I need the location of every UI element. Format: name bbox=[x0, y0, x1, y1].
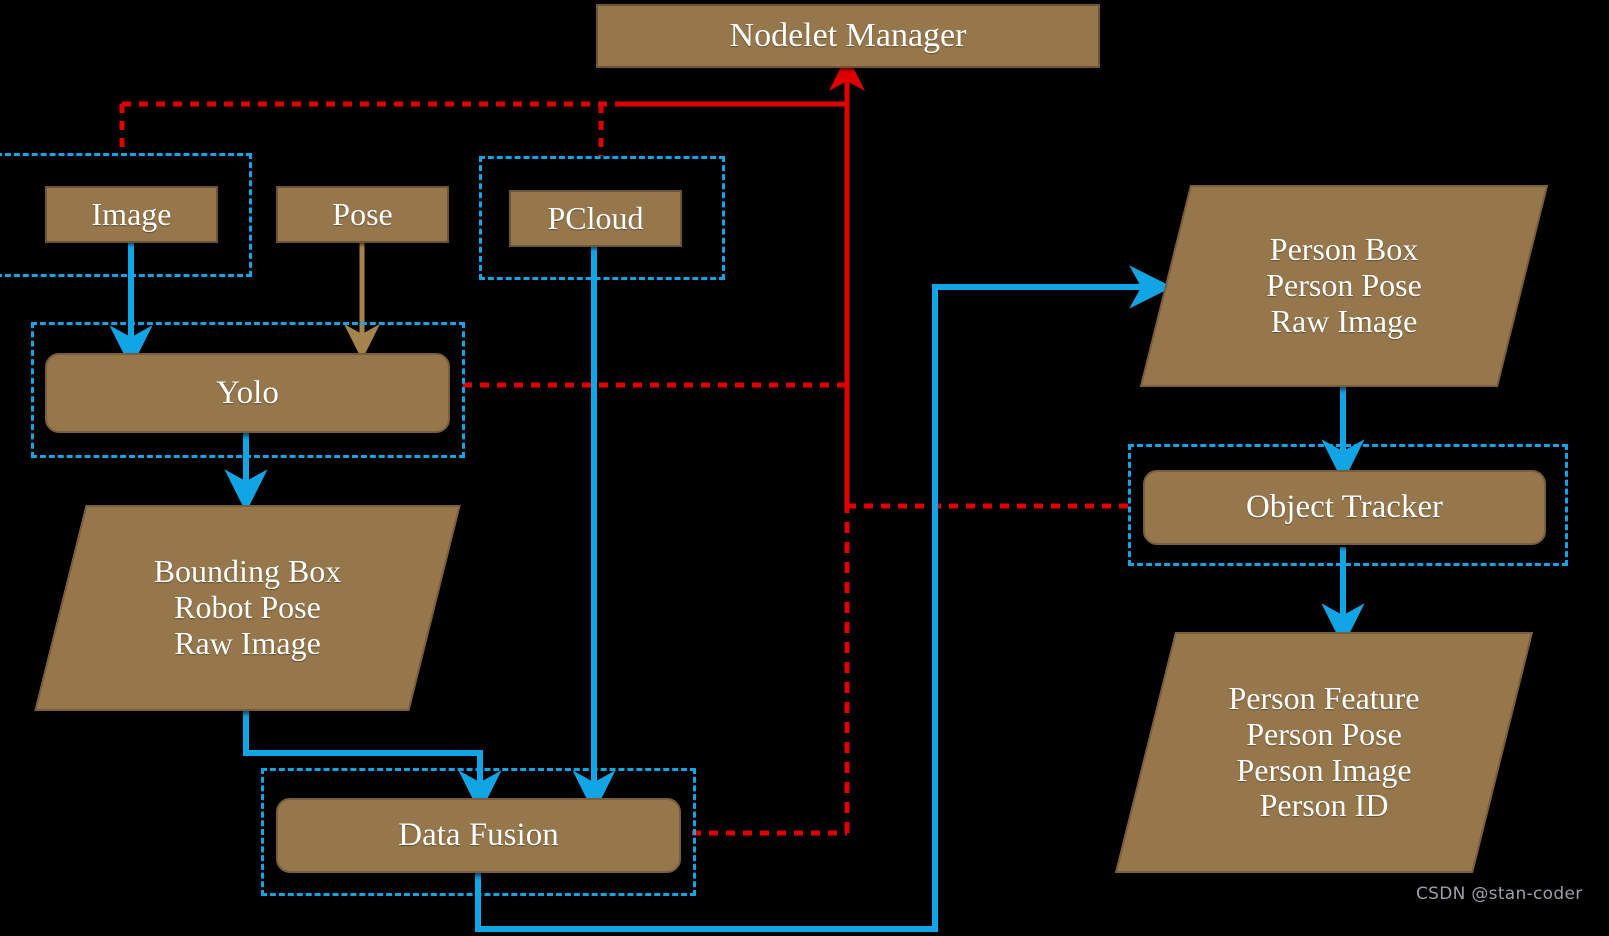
node-image-label: Image bbox=[91, 195, 172, 232]
node-pose[interactable]: Pose bbox=[276, 186, 449, 243]
node-pcloud-label: PCloud bbox=[547, 199, 644, 236]
node-yolo-label: Yolo bbox=[216, 374, 279, 411]
node-object-tracker-label: Object Tracker bbox=[1245, 489, 1444, 526]
node-bounding-box-data[interactable]: Bounding Box Robot Pose Raw Image bbox=[34, 505, 461, 711]
node-person-feature-data[interactable]: Person Feature Person Pose Person Image … bbox=[1114, 632, 1534, 873]
watermark-label: CSDN @stan-coder bbox=[1416, 884, 1583, 904]
node-pose-label: Pose bbox=[332, 195, 393, 232]
node-person-feature-data-label: Person Feature Person Pose Person Image … bbox=[1228, 679, 1420, 824]
red-top-rail bbox=[119, 101, 615, 156]
node-data-fusion-label: Data Fusion bbox=[398, 817, 559, 854]
node-bounding-box-data-label: Bounding Box Robot Pose Raw Image bbox=[153, 553, 342, 661]
node-nodelet-manager[interactable]: Nodelet Manager bbox=[596, 4, 1100, 68]
node-person-box-data[interactable]: Person Box Person Pose Raw Image bbox=[1139, 185, 1549, 387]
node-yolo[interactable]: Yolo bbox=[45, 353, 450, 433]
node-data-fusion[interactable]: Data Fusion bbox=[276, 798, 681, 873]
node-object-tracker[interactable]: Object Tracker bbox=[1143, 470, 1546, 545]
node-pcloud[interactable]: PCloud bbox=[509, 190, 682, 247]
node-nodelet-manager-label: Nodelet Manager bbox=[729, 16, 967, 54]
node-person-box-data-label: Person Box Person Pose Raw Image bbox=[1266, 231, 1422, 339]
node-image[interactable]: Image bbox=[45, 186, 218, 243]
diagram-canvas: Nodelet Manager Image Pose PCloud Yolo B… bbox=[0, 0, 1609, 936]
